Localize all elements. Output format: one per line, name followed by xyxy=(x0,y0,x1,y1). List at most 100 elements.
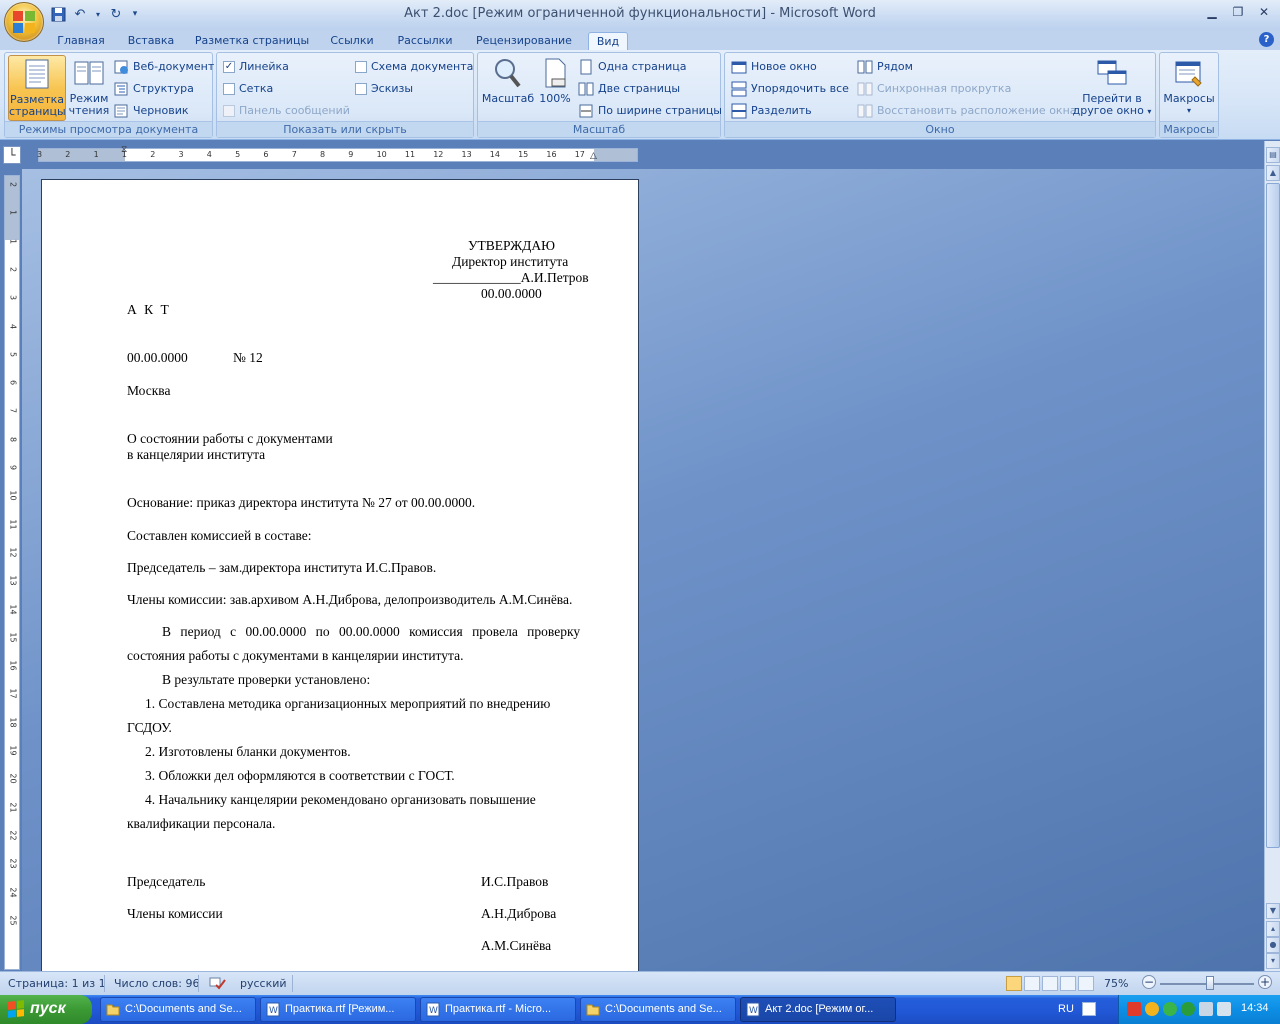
task-explorer-2[interactable]: C:\Documents and Se... xyxy=(580,997,736,1022)
vruler-number: 15 xyxy=(8,632,18,643)
reading-view-icon[interactable] xyxy=(1024,976,1040,991)
ruler-number: 4 xyxy=(206,150,212,159)
two-pages-button[interactable]: Две страницы xyxy=(578,79,680,99)
document-page[interactable]: УТВЕРЖДАЮ Директор института ___________… xyxy=(41,179,639,971)
switch-windows-button[interactable]: Перейти в другое окно ▾ xyxy=(1071,55,1153,121)
select-browse-object-icon[interactable]: ● xyxy=(1266,937,1280,953)
task-label: Акт 2.doc [Режим ог... xyxy=(765,1003,874,1015)
document-area[interactable]: УТВЕРЖДАЮ Директор института ___________… xyxy=(22,169,1264,971)
page-width-button[interactable]: По ширине страницы xyxy=(578,101,722,121)
help-icon[interactable]: ? xyxy=(1259,32,1274,47)
zoom-100-button[interactable]: 100% xyxy=(536,55,574,121)
zoom-out-icon[interactable]: − xyxy=(1142,975,1156,989)
tab-references[interactable]: Ссылки xyxy=(322,32,382,50)
vertical-scrollbar[interactable]: ▤ ▲ ▼ ▴ ● ▾ xyxy=(1264,141,1280,971)
group-label-window: Окно xyxy=(725,121,1155,137)
close-icon[interactable]: ✕ xyxy=(1252,3,1276,21)
start-button[interactable]: пуск xyxy=(0,995,92,1024)
volume-icon[interactable] xyxy=(1217,1002,1231,1016)
keyboard-icon[interactable] xyxy=(1082,1002,1096,1016)
word-doc-icon: W xyxy=(266,1002,280,1017)
dropdown-arrow-icon: ▾ xyxy=(1186,106,1191,115)
zoom-level[interactable]: 75% xyxy=(1104,977,1128,990)
document-map-checkbox[interactable]: Схема документа xyxy=(355,57,473,77)
minimize-icon[interactable]: ▁ xyxy=(1200,3,1224,21)
macros-button[interactable]: Макросы ▾ xyxy=(1161,55,1217,121)
previous-page-icon[interactable]: ▴ xyxy=(1266,921,1280,937)
tab-home[interactable]: Главная xyxy=(50,32,112,50)
task-label: C:\Documents and Se... xyxy=(605,1003,722,1015)
web-layout-button[interactable]: Веб-документ xyxy=(113,57,214,77)
task-word-active[interactable]: W Акт 2.doc [Режим ог... xyxy=(740,997,896,1022)
checkbox-disabled-icon xyxy=(223,105,235,117)
result-line: В результате проверки установлено: xyxy=(162,672,371,687)
draft-button[interactable]: Черновик xyxy=(113,101,189,121)
horizontal-ruler[interactable]: 3 2 1 1 2 3 4 5 6 7 8 9 10 11 12 13 14 15 16 17 ⧖ △ xyxy=(37,145,638,162)
zoom-button[interactable]: Масштаб xyxy=(480,55,536,121)
tray-app-icon[interactable] xyxy=(1145,1002,1159,1016)
view-ruler-toggle-icon[interactable]: ▤ xyxy=(1266,147,1280,163)
message-bar-checkbox: Панель сообщений xyxy=(223,101,350,121)
taskbar: пуск C:\Documents and Se... W Практика.r… xyxy=(0,995,1280,1024)
tray-app-icon[interactable] xyxy=(1127,1002,1141,1016)
task-word-1[interactable]: W Практика.rtf [Режим... xyxy=(260,997,416,1022)
group-zoom: Масштаб 100% Одна страница Две страницы … xyxy=(477,52,722,138)
thumbnails-checkbox[interactable]: Эскизы xyxy=(355,79,413,99)
gridlines-checkbox[interactable]: Сетка xyxy=(223,79,273,99)
task-word-2[interactable]: W Практика.rtf - Micro... xyxy=(420,997,576,1022)
scroll-down-arrow-icon[interactable]: ▼ xyxy=(1266,903,1280,919)
ruler-number: 5 xyxy=(235,150,241,159)
zoom-label: Масштаб xyxy=(481,92,535,105)
outline-button[interactable]: Структура xyxy=(113,79,194,99)
divider xyxy=(104,975,105,992)
word-doc-icon: W xyxy=(426,1002,440,1017)
tab-review[interactable]: Рецензирование xyxy=(468,32,580,50)
right-indent-icon[interactable]: △ xyxy=(590,151,597,161)
network-icon[interactable] xyxy=(1199,1002,1213,1016)
tab-insert[interactable]: Вставка xyxy=(120,32,182,50)
vruler-number: 13 xyxy=(8,575,18,586)
tab-view[interactable]: Вид xyxy=(588,32,628,50)
switch-windows-icon xyxy=(1096,57,1128,89)
restore-icon[interactable]: ❐ xyxy=(1226,3,1250,21)
print-layout-view-icon[interactable] xyxy=(1006,976,1022,991)
page-count[interactable]: Страница: 1 из 1 xyxy=(8,977,106,990)
reset-position-label: Восстановить расположение окна xyxy=(877,104,1077,117)
clock: 14:34 xyxy=(1241,1002,1269,1014)
arrange-all-button[interactable]: Упорядочить все xyxy=(731,79,849,99)
page-width-label: По ширине страницы xyxy=(598,104,722,117)
vertical-ruler[interactable]: 2 1 1 2 3 4 5 6 7 8 9 10 11 12 13 14 15 16 17 18 19 20 21 22 23 2… xyxy=(4,175,20,970)
word-count[interactable]: Число слов: 96 xyxy=(114,977,200,990)
office-button[interactable] xyxy=(4,2,44,42)
outline-view-icon[interactable] xyxy=(1060,976,1076,991)
document-type: А К Т xyxy=(127,302,171,317)
new-window-button[interactable]: Новое окно xyxy=(731,57,817,77)
task-explorer-1[interactable]: C:\Documents and Se... xyxy=(100,997,256,1022)
draft-view-icon[interactable] xyxy=(1078,976,1094,991)
vruler-number: 21 xyxy=(8,802,18,813)
proofing-icon[interactable] xyxy=(208,975,226,994)
tab-selector[interactable]: └ xyxy=(3,146,21,164)
tab-page-layout[interactable]: Разметка страницы xyxy=(190,32,314,50)
split-button[interactable]: Разделить xyxy=(731,101,812,121)
web-view-icon[interactable] xyxy=(1042,976,1058,991)
ruler-number: 2 xyxy=(150,150,156,159)
language[interactable]: русский xyxy=(240,977,287,990)
tab-mailings[interactable]: Рассылки xyxy=(390,32,460,50)
scroll-up-arrow-icon[interactable]: ▲ xyxy=(1266,165,1280,181)
reading-mode-button[interactable]: Режим чтения xyxy=(67,55,111,121)
ruler-checkbox[interactable]: ✓ Линейка xyxy=(223,57,289,77)
next-page-icon[interactable]: ▾ xyxy=(1266,953,1280,969)
tray-app-icon[interactable] xyxy=(1163,1002,1177,1016)
one-page-button[interactable]: Одна страница xyxy=(578,57,686,77)
language-indicator[interactable]: RU xyxy=(1058,1003,1074,1015)
indent-marker-icon[interactable]: ⧖ xyxy=(121,145,127,155)
zoom-slider-thumb[interactable] xyxy=(1206,976,1215,990)
ruler-number: 3 xyxy=(178,150,184,159)
tray-app-icon[interactable] xyxy=(1181,1002,1195,1016)
zoom-in-icon[interactable]: + xyxy=(1258,975,1272,989)
vruler-number: 11 xyxy=(8,519,18,530)
scrollbar-thumb[interactable] xyxy=(1266,183,1280,848)
print-layout-button[interactable]: Разметка страницы xyxy=(8,55,66,121)
side-by-side-button[interactable]: Рядом xyxy=(857,57,913,77)
